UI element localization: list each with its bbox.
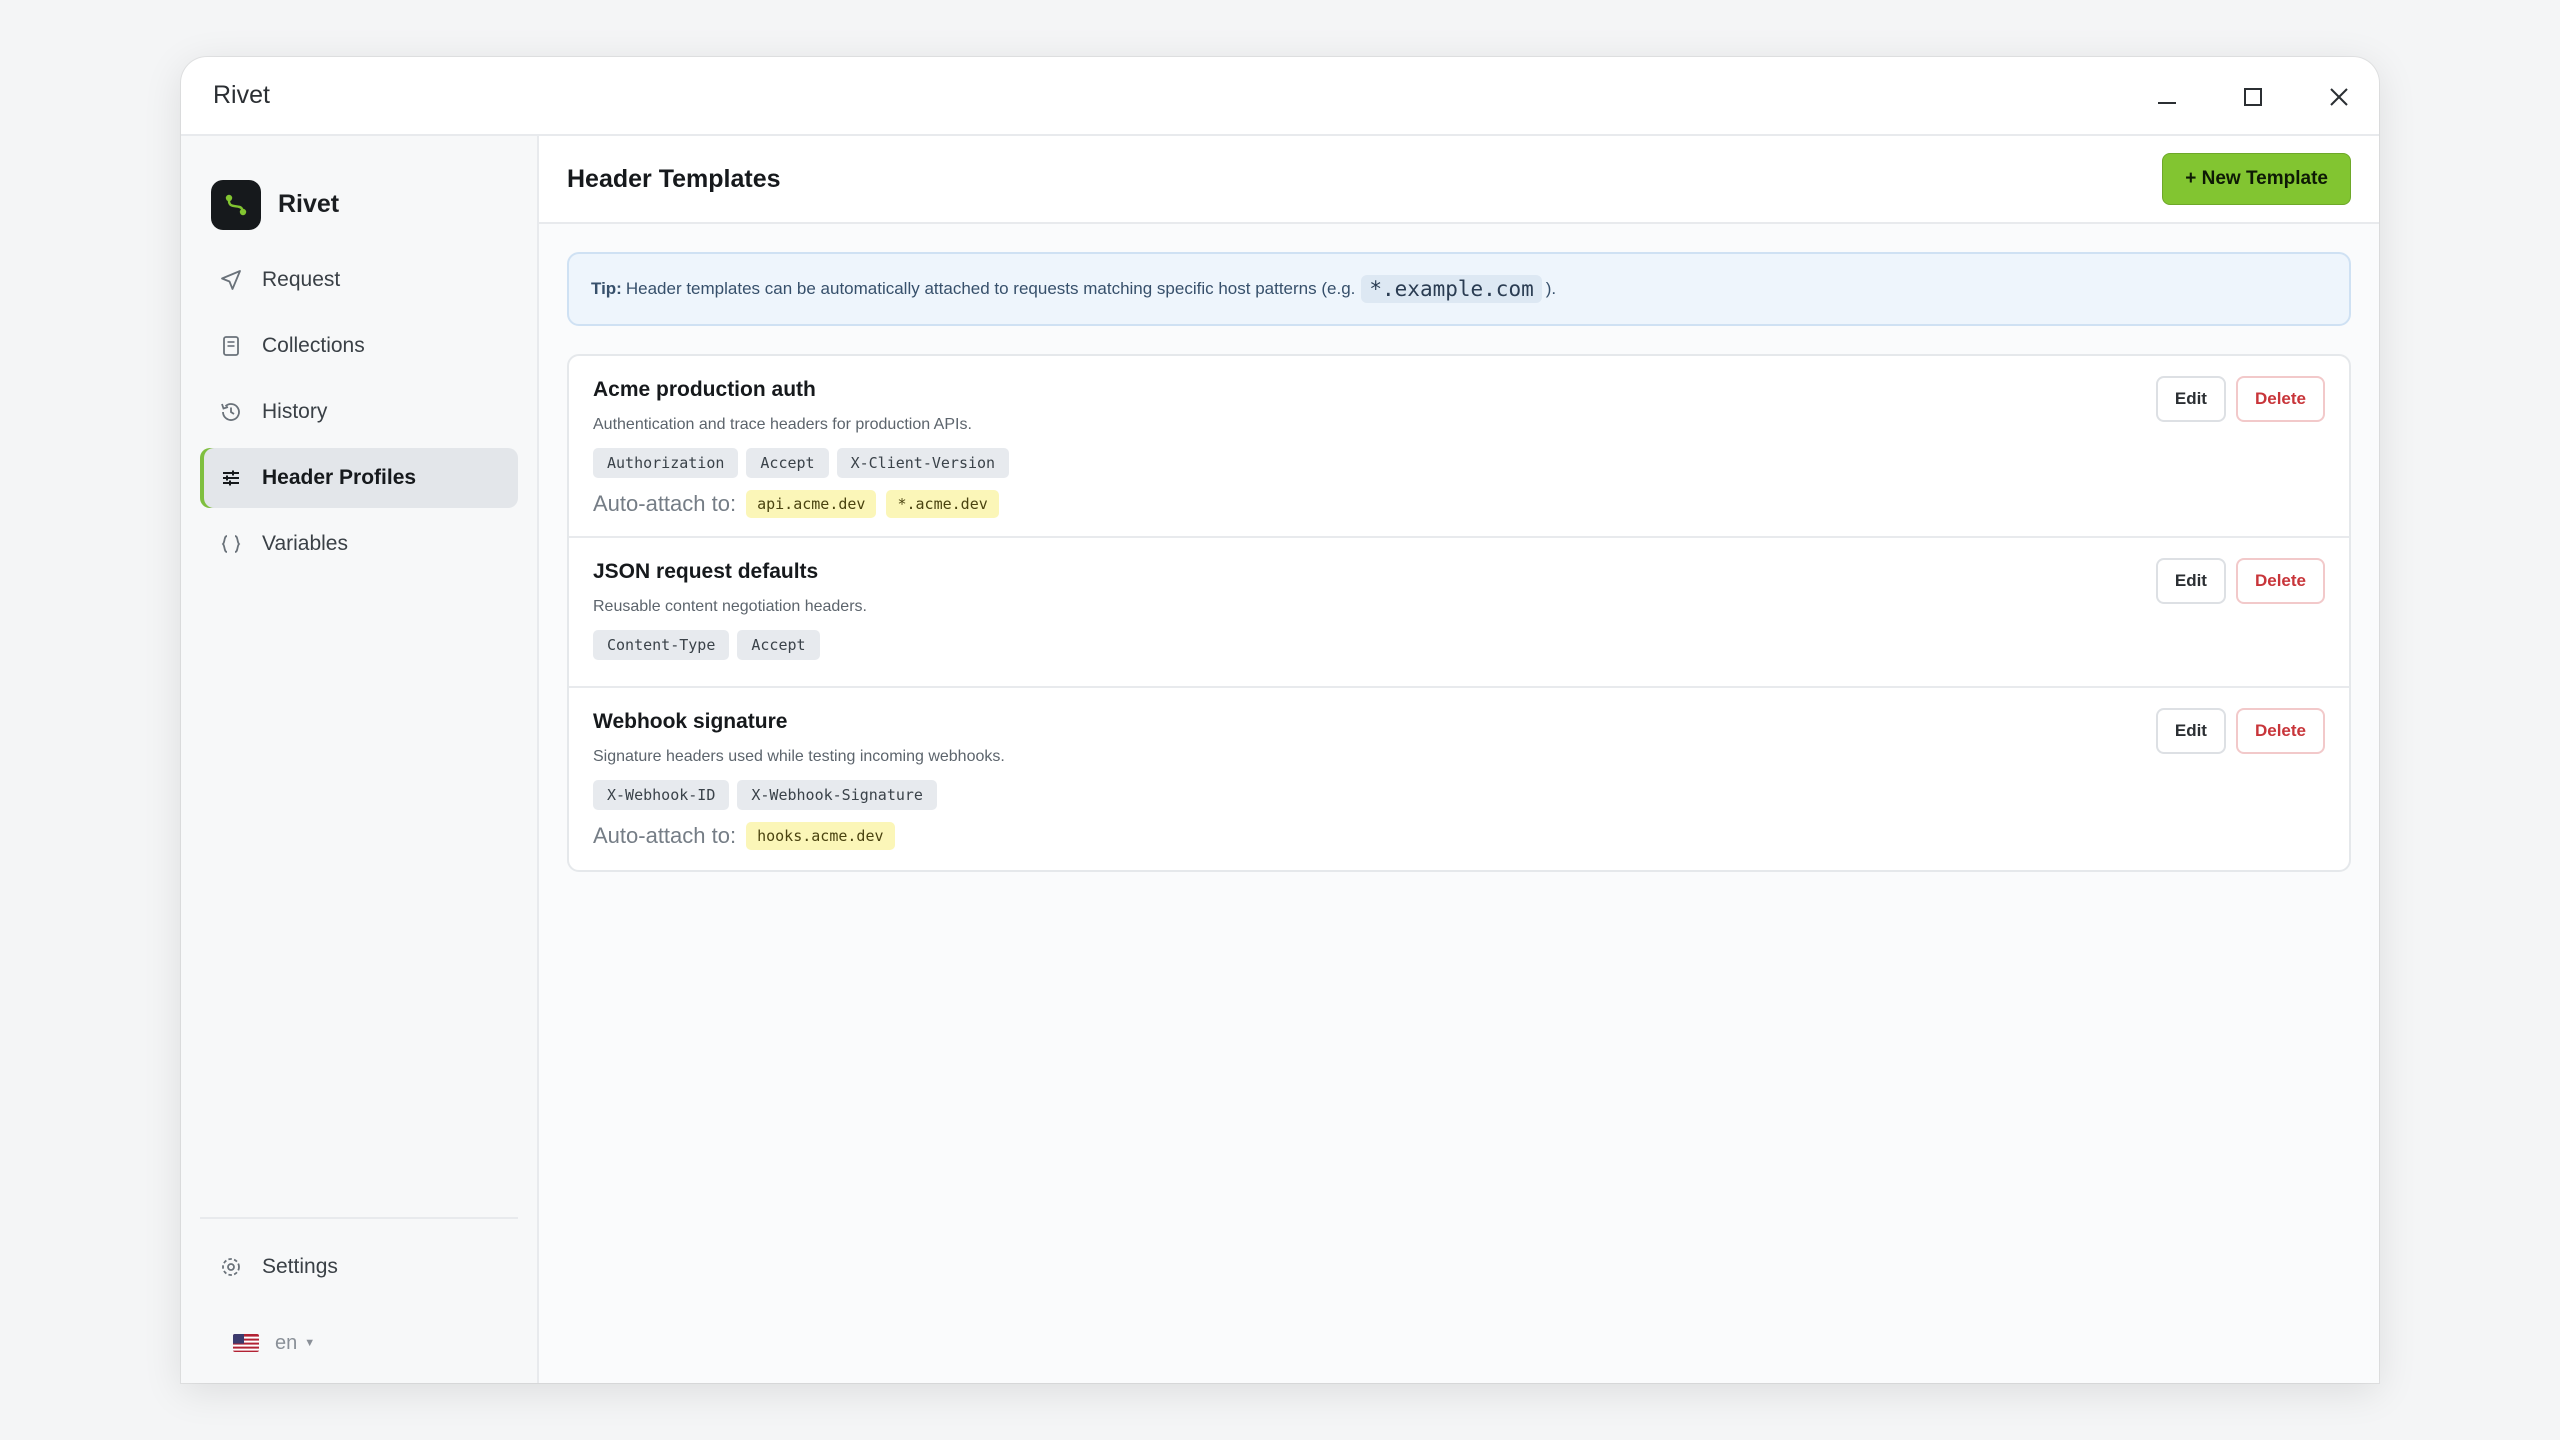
tip-suffix: ). (1545, 279, 1557, 298)
host-pattern-tag: *.acme.dev (886, 490, 999, 518)
rivet-logo-icon (211, 179, 261, 230)
template-name: JSON request defaults (593, 560, 819, 583)
card-actions: Edit Delete (2155, 376, 2325, 422)
brand-name: Rivet (278, 190, 340, 218)
sidebar-item-collections[interactable]: Collections (200, 316, 518, 376)
card-actions: Edit Delete (2155, 558, 2325, 604)
header-tag: Accept (746, 448, 829, 478)
template-card: Acme production auth Authentication and … (569, 356, 2349, 538)
header-tag: Content-Type (593, 630, 730, 660)
auto-attach-label: Auto-attach to: (593, 823, 737, 848)
gear-icon (218, 1254, 244, 1280)
delete-button[interactable]: Delete (2235, 708, 2325, 754)
edit-button[interactable]: Edit (2155, 708, 2226, 754)
main-panel: Header Templates + New Template Tip: Hea… (539, 136, 2379, 1383)
template-name: Webhook signature (593, 710, 788, 733)
sidebar-item-settings[interactable]: Settings (200, 1237, 518, 1297)
header-tags: Authorization Accept X-Client-Version (593, 448, 2325, 478)
language-code: en (275, 1331, 298, 1354)
sidebar-item-history[interactable]: History (200, 382, 518, 442)
delete-button[interactable]: Delete (2235, 376, 2325, 422)
auto-attach-row: Auto-attach to: api.acme.dev *.acme.dev (593, 490, 2325, 518)
minimize-button[interactable] (2127, 57, 2207, 136)
title-bar: Rivet (181, 57, 2379, 136)
sidebar-item-request[interactable]: Request (200, 250, 518, 310)
tip-text: Header templates can be automatically at… (625, 279, 1356, 298)
new-template-button[interactable]: + New Template (2162, 153, 2351, 205)
header-tag: Authorization (593, 448, 739, 478)
sidebar-item-variables[interactable]: Variables (200, 514, 518, 574)
close-icon (2330, 87, 2348, 106)
maximize-icon (2244, 87, 2262, 106)
sidebar-item-label: Collections (262, 334, 365, 357)
auto-attach-label: Auto-attach to: (593, 491, 737, 516)
host-pattern-tag: api.acme.dev (746, 490, 877, 518)
braces-icon (218, 531, 244, 557)
sidebar-item-header-profiles[interactable]: Header Profiles (200, 448, 518, 508)
auto-attach-row: Auto-attach to: hooks.acme.dev (593, 822, 2325, 850)
history-icon (218, 399, 244, 425)
minimize-icon (2158, 101, 2176, 104)
sidebar-divider (200, 1217, 518, 1219)
close-button[interactable] (2299, 57, 2379, 136)
sidebar-item-label: Request (262, 268, 341, 291)
content: Tip: Header templates can be automatical… (539, 224, 2379, 900)
tip-example-code: *.example.com (1361, 275, 1542, 303)
language-selector[interactable]: en ▼ (181, 1303, 537, 1383)
tip-banner: Tip: Header templates can be automatical… (567, 252, 2351, 326)
maximize-button[interactable] (2213, 57, 2293, 136)
template-card: JSON request defaults Reusable content n… (569, 538, 2349, 688)
header-tag: X-Webhook-ID (593, 780, 730, 810)
edit-button[interactable]: Edit (2155, 376, 2226, 422)
header-tags: Content-Type Accept (593, 630, 2325, 660)
header-tag: Accept (737, 630, 820, 660)
us-flag-icon (233, 1334, 259, 1352)
delete-button[interactable]: Delete (2235, 558, 2325, 604)
window-title: Rivet (213, 81, 270, 109)
host-pattern-tag: hooks.acme.dev (746, 822, 895, 850)
template-description: Authentication and trace headers for pro… (593, 416, 972, 433)
page-title: Header Templates (567, 164, 781, 193)
edit-button[interactable]: Edit (2155, 558, 2226, 604)
send-icon (218, 267, 244, 293)
header-tags: X-Webhook-ID X-Webhook-Signature (593, 780, 2325, 810)
header-tag: X-Client-Version (836, 448, 1010, 478)
template-description: Signature headers used while testing inc… (593, 748, 1005, 765)
card-actions: Edit Delete (2155, 708, 2325, 754)
caret-down-icon: ▼ (304, 1337, 316, 1349)
app-window: Rivet Rivet Request Collections History … (181, 57, 2379, 1383)
brand: Rivet (181, 136, 537, 244)
template-description: Reusable content negotiation headers. (593, 598, 867, 615)
sidebar-item-label: Variables (262, 532, 348, 555)
sidebar-nav: Request Collections History Header Profi… (181, 250, 537, 574)
sidebar: Rivet Request Collections History Header… (181, 136, 539, 1383)
template-name: Acme production auth (593, 378, 816, 401)
sidebar-item-label: Settings (262, 1255, 338, 1278)
sliders-icon (218, 465, 244, 491)
template-list: Acme production auth Authentication and … (567, 354, 2351, 872)
sidebar-item-label: History (262, 400, 328, 423)
document-icon (218, 333, 244, 359)
sidebar-footer: Settings en ▼ (181, 1217, 537, 1383)
sidebar-item-label: Header Profiles (262, 466, 417, 489)
page-header: Header Templates + New Template (539, 136, 2379, 224)
tip-label: Tip: (591, 279, 622, 298)
template-card: Webhook signature Signature headers used… (569, 688, 2349, 870)
header-tag: X-Webhook-Signature (737, 780, 937, 810)
